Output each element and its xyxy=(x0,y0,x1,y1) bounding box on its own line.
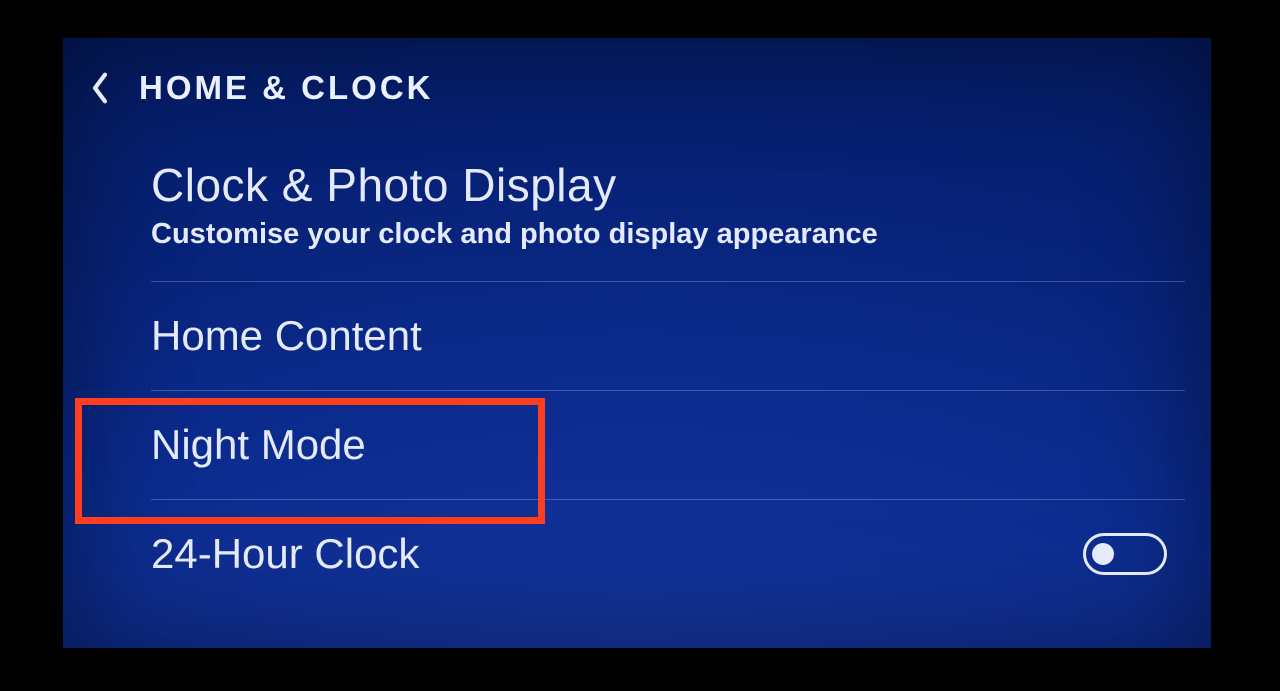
row-label: 24-Hour Clock xyxy=(151,530,419,578)
content-area: Clock & Photo Display Customise your clo… xyxy=(151,158,1185,608)
row-label: Home Content xyxy=(151,312,422,360)
section-title: Clock & Photo Display xyxy=(151,158,1185,212)
header-bar: HOME & CLOCK xyxy=(63,38,1211,120)
row-night-mode[interactable]: Night Mode xyxy=(151,390,1185,499)
settings-screen: HOME & CLOCK Clock & Photo Display Custo… xyxy=(63,38,1211,648)
toggle-knob xyxy=(1092,543,1114,565)
row-label: Night Mode xyxy=(151,421,366,469)
back-button[interactable] xyxy=(85,66,115,110)
chevron-left-icon xyxy=(90,71,110,105)
row-home-content[interactable]: Home Content xyxy=(151,281,1185,390)
toggle-24-hour-clock[interactable] xyxy=(1083,533,1167,575)
section-subtitle: Customise your clock and photo display a… xyxy=(151,218,1185,251)
page-title: HOME & CLOCK xyxy=(139,69,434,107)
row-24-hour-clock[interactable]: 24-Hour Clock xyxy=(151,499,1185,608)
